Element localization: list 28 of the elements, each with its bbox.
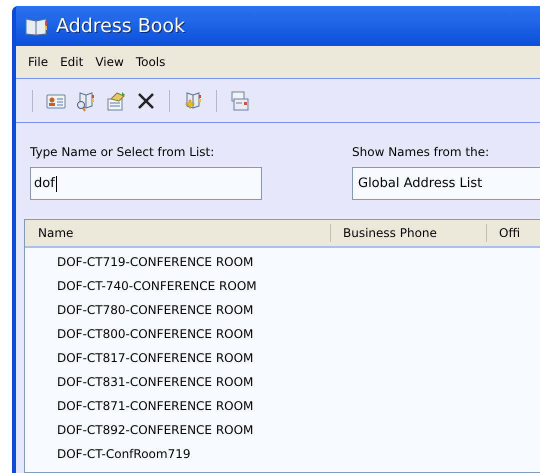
properties-icon[interactable]	[105, 90, 127, 112]
column-header[interactable]: Name	[25, 224, 331, 242]
book-search-icon[interactable]	[75, 90, 97, 112]
contact-name[interactable]: DOF-CT871-CONFERENCE ROOM	[57, 398, 540, 415]
toolbar-separator	[216, 90, 217, 112]
search-field[interactable]: dof	[30, 167, 262, 200]
mail-print-icon[interactable]	[229, 90, 251, 112]
search-label: Type Name or Select from List:	[30, 144, 216, 161]
window-title: Address Book	[56, 14, 185, 39]
contact-name[interactable]: DOF-CT831-CONFERENCE ROOM	[57, 374, 540, 391]
contact-name[interactable]: DOF-CT-740-CONFERENCE ROOM	[57, 278, 540, 295]
source-label: Show Names from the:	[352, 144, 490, 161]
contact-name[interactable]: DOF-CT892-CONFERENCE ROOM	[57, 422, 540, 439]
menu-item[interactable]: File	[26, 53, 50, 71]
column-header[interactable]: Offi	[487, 224, 540, 242]
menu-item[interactable]: Tools	[134, 53, 168, 71]
book-icon	[24, 16, 48, 36]
contact-name[interactable]: DOF-CT-ConfRoom719	[57, 446, 540, 463]
contact-name[interactable]: DOF-CT817-CONFERENCE ROOM	[57, 350, 540, 367]
contact-name[interactable]: DOF-CT719-CONFERENCE ROOM	[57, 254, 540, 271]
toolbar-separator	[32, 90, 33, 112]
contact-name[interactable]: DOF-CT800-CONFERENCE ROOM	[57, 326, 540, 343]
column-header[interactable]: Business Phone	[331, 224, 487, 242]
toolbar-separator	[169, 90, 170, 112]
menu-item[interactable]: View	[93, 53, 126, 71]
menu-item[interactable]: Edit	[58, 53, 86, 71]
address-list-dropdown[interactable]: Global Address List	[352, 167, 540, 200]
contact-name[interactable]: DOF-CT780-CONFERENCE ROOM	[57, 302, 540, 319]
